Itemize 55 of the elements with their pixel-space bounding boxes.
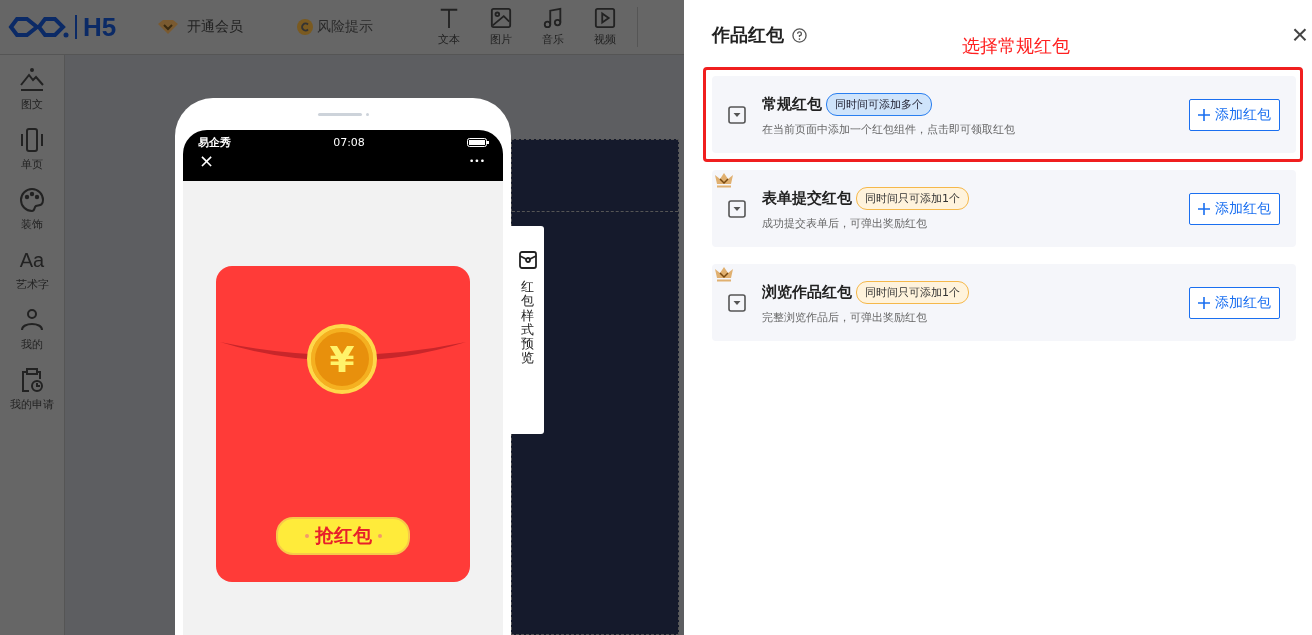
- mountain-icon: [19, 67, 45, 93]
- add-button[interactable]: 添加红包: [1189, 286, 1280, 319]
- close-button[interactable]: ×: [1291, 21, 1308, 49]
- status-time: 07:08: [333, 136, 365, 149]
- limit-tag: 同时间只可添加1个: [856, 280, 969, 304]
- palette-icon: [19, 187, 45, 213]
- video-icon: [593, 7, 617, 29]
- battery-icon: [467, 138, 489, 147]
- envelope-icon: [517, 250, 538, 270]
- help-icon[interactable]: [792, 27, 807, 43]
- dropdown-icon: [728, 105, 746, 124]
- font-icon: Aa: [19, 247, 45, 273]
- dropdown-icon: [728, 199, 746, 218]
- coin-icon: [297, 19, 313, 35]
- sidebar-item[interactable]: 我的申请: [10, 367, 54, 412]
- toolbar-button[interactable]: 图片: [489, 7, 513, 47]
- logo-text: H5: [83, 11, 117, 43]
- limit-tag: 同时间可添加多个: [826, 92, 932, 116]
- clipboard-icon: [19, 367, 45, 393]
- panel-title: 作品红包: [712, 23, 784, 47]
- diamond-icon: [157, 19, 179, 35]
- card-description: 在当前页面中添加一个红包组件，点击即可领取红包: [762, 121, 1016, 137]
- card-title: 浏览作品红包: [762, 282, 852, 302]
- plus-icon: [1198, 296, 1210, 309]
- carrier-name: 易企秀: [198, 135, 231, 150]
- sidebar-item[interactable]: 图文: [19, 67, 45, 112]
- person-icon: [19, 307, 45, 333]
- logo-icon: [7, 15, 69, 39]
- risk-link[interactable]: 风险提示: [297, 18, 407, 36]
- sidebar-item[interactable]: 单页: [19, 127, 45, 172]
- card-description: 完整浏览作品后，可弹出奖励红包: [762, 309, 928, 325]
- limit-tag: 同时间只可添加1个: [856, 186, 969, 210]
- card-description: 成功提交表单后，可弹出奖励红包: [762, 215, 928, 231]
- sidebar-item[interactable]: Aa 艺术字: [15, 247, 49, 292]
- toolbar-button[interactable]: 文本: [437, 7, 461, 47]
- member-link[interactable]: 开通会员: [157, 18, 297, 36]
- card-title: 表单提交红包: [762, 188, 852, 208]
- sidebar-item[interactable]: 装饰: [19, 187, 45, 232]
- page-icon: [19, 127, 45, 153]
- preview-tab[interactable]: 红包样式预览: [511, 226, 544, 434]
- card-title: 常规红包: [762, 94, 822, 114]
- close-button[interactable]: ×: [199, 150, 215, 172]
- sidebar-item[interactable]: 我的: [19, 307, 45, 352]
- more-button[interactable]: •••: [469, 150, 485, 172]
- add-button[interactable]: 添加红包: [1189, 98, 1280, 131]
- coin-icon: ¥: [307, 324, 377, 394]
- annotation-text: 选择常规红包: [962, 34, 1070, 58]
- plus-icon: [1198, 108, 1210, 121]
- image-icon: [489, 7, 513, 29]
- grab-button[interactable]: 抢红包: [276, 517, 410, 555]
- toolbar-button[interactable]: 视频: [593, 7, 617, 47]
- plus-icon: [1198, 202, 1210, 215]
- dropdown-icon: [728, 293, 746, 312]
- add-button[interactable]: 添加红包: [1189, 192, 1280, 225]
- toolbar-button[interactable]: 音乐: [541, 7, 565, 47]
